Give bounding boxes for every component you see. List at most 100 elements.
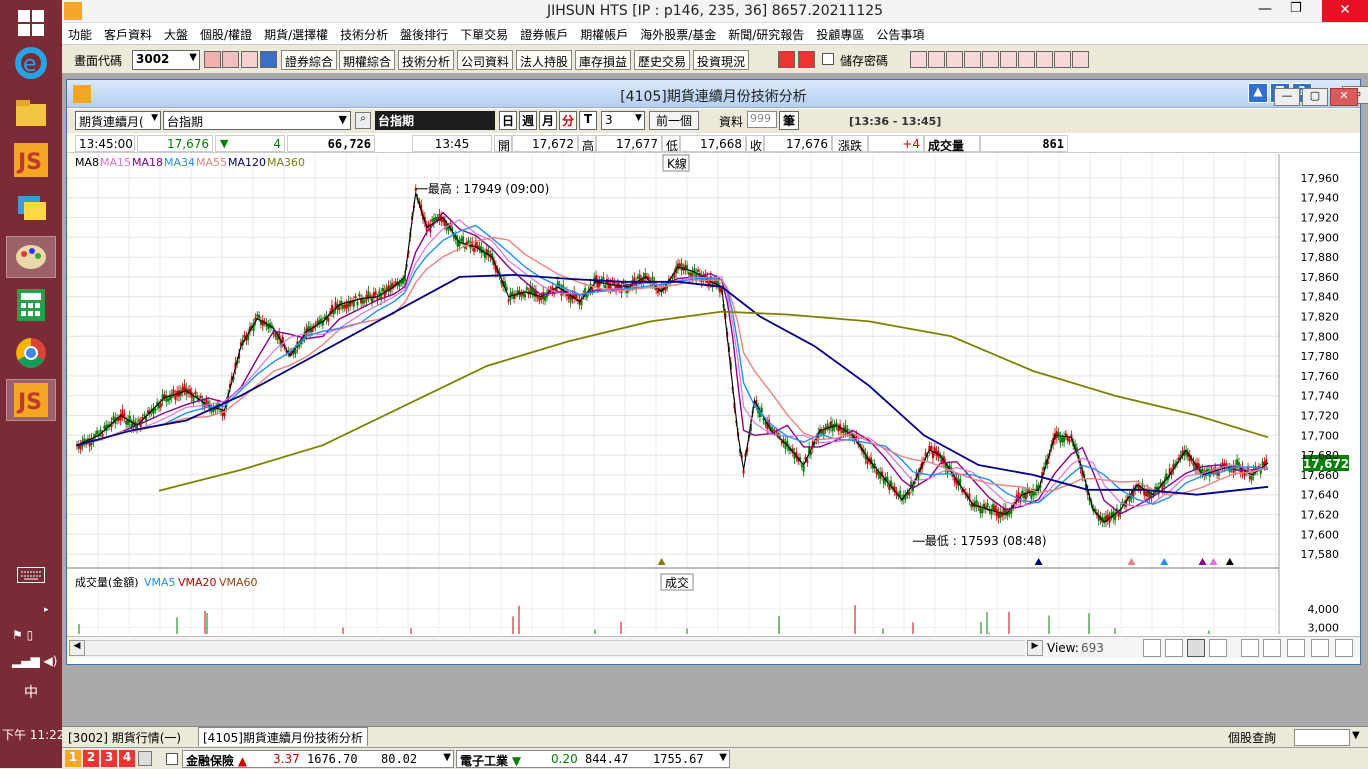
paint-icon[interactable] <box>6 236 56 278</box>
menu-item-overseas[interactable]: 海外股票/基金 <box>634 23 722 43</box>
technical-chart[interactable]: MA8 MA15 MA18 MA34 MA55 MA120 MA360 K線 最高 : 17… <box>67 154 1360 634</box>
zoom-out-icon[interactable] <box>1165 639 1183 657</box>
page-1-button[interactable]: 1 <box>65 750 81 767</box>
stock-query-dropdown-icon[interactable]: ▼ <box>1352 730 1360 741</box>
menu-item-futures[interactable]: 期貨/選擇權 <box>258 23 334 43</box>
text-tool-icon[interactable] <box>982 51 999 68</box>
child-min-icon[interactable]: — <box>1274 88 1300 106</box>
candle-body <box>363 300 366 303</box>
horizontal-scrollbar[interactable] <box>85 640 1025 656</box>
product-select[interactable]: 期貨連續月(▼ <box>75 111 161 130</box>
ime-indicator[interactable]: 中 <box>24 682 38 702</box>
lock-icon[interactable] <box>138 751 152 766</box>
toolbar-button-institutional[interactable]: 法人持股 <box>516 50 573 70</box>
refresh-icon[interactable] <box>1209 639 1227 657</box>
draw-tool10-icon[interactable] <box>1072 51 1089 68</box>
menu-item-advisor[interactable]: 投顧專區 <box>810 23 870 43</box>
tray-expand-icon[interactable]: ▸ <box>44 605 49 615</box>
child-max-icon[interactable]: ▢ <box>1302 88 1328 106</box>
menu-item-order[interactable]: 下單交易 <box>454 23 514 43</box>
save-password-checkbox[interactable] <box>822 53 834 65</box>
clock[interactable]: 下午 11:22 <box>2 726 64 743</box>
menu-item-customer[interactable]: 客戶資料 <box>98 23 158 43</box>
ma-legend: MA8 MA15 MA18 MA34 MA55 MA120 MA360 <box>75 156 305 169</box>
child-close-icon[interactable]: ✕ <box>1330 88 1358 106</box>
menu-item-news[interactable]: 新聞/研究報告 <box>722 23 810 43</box>
ie-browser-icon[interactable]: e <box>6 42 56 84</box>
toolbar-button-company[interactable]: 公司資料 <box>457 50 514 70</box>
chrome-icon[interactable] <box>6 332 56 374</box>
jihsun-hts-running-icon[interactable]: JS <box>6 379 56 421</box>
data-unit-button[interactable]: 筆 <box>779 111 799 130</box>
menu-item-notice[interactable]: 公告事項 <box>870 23 930 43</box>
period-tick-button[interactable]: T <box>579 111 597 130</box>
period-minute-button[interactable]: 分 <box>559 111 577 130</box>
indicator-icon[interactable] <box>1241 639 1259 657</box>
jihsun-hts-icon[interactable]: JS <box>6 139 56 181</box>
window-tool-icon[interactable] <box>222 51 239 68</box>
scroll-left-icon[interactable]: ◀ <box>69 640 85 656</box>
menu-item-fut-account[interactable]: 期權帳戶 <box>574 23 634 43</box>
notes-icon[interactable] <box>6 186 56 228</box>
draw-tool7-icon[interactable] <box>1018 51 1035 68</box>
tab-technical-analysis[interactable]: [4105]期貨連續月份技術分析 <box>198 727 368 746</box>
copy-icon[interactable] <box>1263 639 1281 657</box>
symbol-input[interactable]: 台指期 ▼ <box>163 111 351 130</box>
toolbar-button-technical[interactable]: 技術分析 <box>398 50 455 70</box>
layout-icon[interactable] <box>1287 639 1305 657</box>
period-day-button[interactable]: 日 <box>499 111 517 130</box>
draw-tool3-icon[interactable] <box>946 51 963 68</box>
status-checkbox[interactable] <box>166 753 178 765</box>
tool3-icon[interactable] <box>241 51 258 68</box>
pen-icon[interactable] <box>1311 639 1329 657</box>
toolbar-button-inventory[interactable]: 庫存損益 <box>575 50 632 70</box>
windows-start-icon[interactable] <box>6 2 56 44</box>
menu-item-function[interactable]: 功能 <box>62 23 98 43</box>
menu-item-sec-account[interactable]: 證券帳戶 <box>514 23 574 43</box>
keyboard-icon[interactable] <box>6 560 56 590</box>
file-explorer-icon[interactable] <box>6 92 56 134</box>
toolbar-button-history[interactable]: 歷史交易 <box>634 50 691 70</box>
draw-tool4-icon[interactable] <box>964 51 981 68</box>
search-tool-icon[interactable] <box>204 51 221 68</box>
stock-query-input[interactable] <box>1294 729 1350 746</box>
prev-button[interactable]: 前一個 <box>649 111 699 130</box>
prev-screen-icon[interactable] <box>778 51 795 68</box>
symbol-search-icon[interactable]: ⌕ <box>355 112 371 129</box>
close-icon[interactable]: ✕ <box>1322 0 1368 22</box>
screen-code-select[interactable]: 3002 ▼ <box>132 50 200 70</box>
minimize-icon[interactable]: — <box>1258 1 1284 17</box>
draw-tool1-icon[interactable] <box>910 51 927 68</box>
candle-body <box>103 425 106 429</box>
zoom-in-icon[interactable] <box>1143 639 1161 657</box>
draw-tool9-icon[interactable] <box>1054 51 1071 68</box>
volume-icon[interactable]: ▂▄▆ ◀) <box>12 654 57 668</box>
toolbar-button-investment[interactable]: 投資現況 <box>693 50 750 70</box>
dropdown-tool-icon[interactable] <box>260 51 277 68</box>
period-count-select[interactable]: 3 ▼ <box>601 111 645 130</box>
draw-tool8-icon[interactable] <box>1036 51 1053 68</box>
settings-gear-icon[interactable] <box>1335 639 1353 657</box>
period-week-button[interactable]: 週 <box>519 111 537 130</box>
draw-tool2-icon[interactable] <box>928 51 945 68</box>
toolbar-button-options[interactable]: 期權綜合 <box>339 50 396 70</box>
calculator-icon[interactable] <box>6 284 56 326</box>
page-3-button[interactable]: 3 <box>101 750 117 767</box>
pin-top-icon[interactable]: ▲ <box>1248 83 1268 103</box>
page-4-button[interactable]: 4 <box>119 750 135 767</box>
zoom-box-icon[interactable] <box>1187 639 1205 657</box>
restore-icon[interactable]: ❐ <box>1290 1 1316 16</box>
menu-item-ranking[interactable]: 盤後排行 <box>394 23 454 43</box>
menu-item-stocks[interactable]: 個股/權證 <box>194 23 258 43</box>
next-screen-icon[interactable] <box>798 51 815 68</box>
network-flag-icon[interactable]: ⚑ ▯ <box>12 628 33 642</box>
period-month-button[interactable]: 月 <box>539 111 557 130</box>
menu-item-technical[interactable]: 技術分析 <box>334 23 394 43</box>
tab-futures-quote[interactable]: [3002] 期貨行情(一) <box>68 729 181 746</box>
draw-tool6-icon[interactable] <box>1000 51 1017 68</box>
page-2-button[interactable]: 2 <box>83 750 99 767</box>
scroll-right-icon[interactable]: ▶ <box>1027 640 1043 656</box>
menu-item-market[interactable]: 大盤 <box>158 23 194 43</box>
data-count-input[interactable]: 999 <box>747 111 777 128</box>
toolbar-button-securities[interactable]: 證券綜合 <box>281 50 338 70</box>
